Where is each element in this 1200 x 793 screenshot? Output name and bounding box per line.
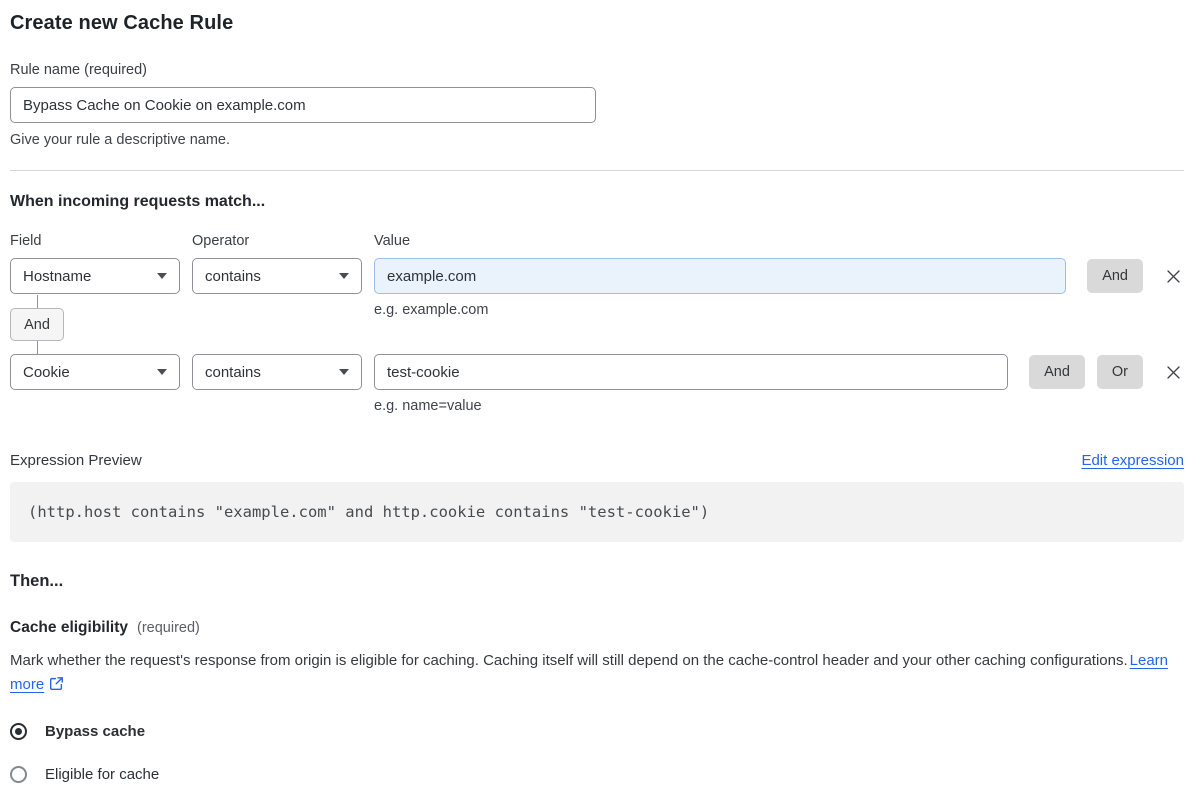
radio-label-bypass-cache: Bypass cache [45,723,146,740]
and-button-row-1[interactable]: And [1087,259,1143,293]
expression-preview-header: Expression Preview Edit expression [10,452,1184,469]
field-select-2-value: Cookie [23,363,70,381]
cache-eligibility-title: Cache eligibility [10,619,129,636]
chevron-down-icon [157,273,167,279]
value-input-1[interactable] [374,258,1067,294]
description-text: Mark whether the request's response from… [10,652,1128,669]
row-1-actions: And [1087,258,1184,294]
external-link-icon [50,677,64,691]
value-column-2: e.g. name=value [374,354,1009,414]
create-cache-rule-page: Create new Cache Rule Rule name (require… [0,0,1200,783]
operator-select-2[interactable]: contains [192,354,362,390]
chevron-down-icon [157,369,167,375]
expression-code: (http.host contains "example.com" and ht… [10,482,1184,542]
close-icon [1167,269,1180,283]
then-heading: Then... [10,572,64,590]
radio-option-eligible-for-cache[interactable]: Eligible for cache [10,766,159,783]
operator-select-1-value: contains [205,267,261,285]
expression-preview-label: Expression Preview [10,452,142,469]
value-column-1: e.g. example.com [374,258,1067,318]
and-button-row-2[interactable]: And [1029,355,1085,389]
value-hint-2: e.g. name=value [374,398,482,414]
connector-and-button[interactable]: And [10,308,64,341]
radio-unselected-icon [10,766,27,783]
radio-selected-icon [10,723,27,740]
edit-expression-link[interactable]: Edit expression [1081,452,1184,469]
rule-name-helper: Give your rule a descriptive name. [10,132,231,148]
field-select-2[interactable]: Cookie [10,354,180,390]
connector-line-bottom [36,341,38,354]
match-heading: When incoming requests match... [10,193,266,210]
remove-condition-button-2[interactable] [1163,362,1184,383]
field-select-1-value: Hostname [23,267,92,285]
chevron-down-icon [339,273,349,279]
page-title: Create new Cache Rule [10,12,234,34]
section-divider [10,170,1184,171]
radio-option-bypass-cache[interactable]: Bypass cache [10,723,145,740]
condition-row-2: Cookie contains e.g. name=value And Or [10,354,1184,414]
condition-connector: And [10,295,64,354]
rule-name-field: Rule name (required) Give your rule a de… [10,62,1184,148]
rule-name-label: Rule name (required) [10,62,148,78]
cache-eligibility-description: Mark whether the request's response from… [10,649,1168,697]
close-icon [1167,365,1180,379]
or-button-row-2[interactable]: Or [1096,355,1143,389]
field-select-1[interactable]: Hostname [10,258,180,294]
operator-column-label: Operator [192,233,250,249]
radio-label-eligible-for-cache: Eligible for cache [45,766,160,783]
operator-select-2-value: contains [205,363,261,381]
required-note: (required) [137,620,200,636]
connector-line-top [36,295,38,308]
value-hint-1: e.g. example.com [374,302,489,318]
condition-column-labels: Field Operator Value [10,233,1184,249]
row-2-actions: And Or [1029,354,1184,390]
value-column-label: Value [374,233,411,249]
cache-eligibility-heading: Cache eligibility (required) [10,619,1184,637]
field-column-label: Field [10,233,42,249]
remove-condition-button-1[interactable] [1163,266,1184,287]
operator-select-1[interactable]: contains [192,258,362,294]
rule-name-input[interactable] [10,87,596,123]
condition-row-1: Hostname contains e.g. example.com And [10,258,1184,318]
value-input-2[interactable] [374,354,1009,390]
chevron-down-icon [339,369,349,375]
